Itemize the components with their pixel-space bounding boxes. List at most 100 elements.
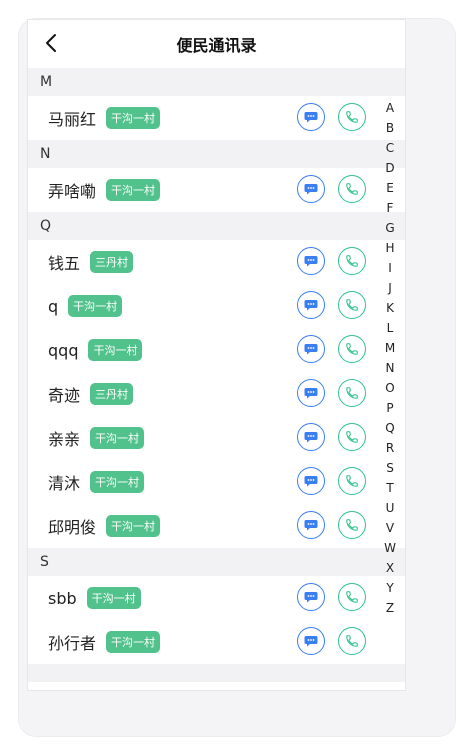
index-letter[interactable]: G <box>385 218 394 238</box>
village-tag: 干沟一村 <box>88 339 143 361</box>
village-tag: 三丹村 <box>90 383 134 405</box>
contact-name: q <box>48 296 59 316</box>
header: 便民通讯录 <box>28 20 405 68</box>
contact-row[interactable]: qqq 干沟一村 <box>28 328 405 372</box>
call-button[interactable] <box>338 175 366 203</box>
message-button[interactable] <box>297 467 325 495</box>
village-tag: 干沟一村 <box>68 295 123 317</box>
message-icon <box>304 256 318 267</box>
index-letter[interactable]: T <box>386 478 393 498</box>
index-letter[interactable]: K <box>386 298 394 318</box>
village-tag: 干沟一村 <box>106 179 161 201</box>
message-button[interactable] <box>297 379 325 407</box>
contact-row[interactable]: sbb 干沟一村 <box>28 576 405 620</box>
index-letter[interactable]: W <box>384 538 396 558</box>
call-button[interactable] <box>338 423 366 451</box>
contact-row[interactable]: 钱五 三丹村 <box>28 240 405 284</box>
index-letter[interactable]: C <box>386 138 394 158</box>
message-button[interactable] <box>297 291 325 319</box>
index-letter[interactable]: P <box>386 398 393 418</box>
index-letter[interactable]: V <box>386 518 394 538</box>
message-button[interactable] <box>297 511 325 539</box>
index-letter[interactable]: E <box>386 178 394 198</box>
index-letter[interactable]: Z <box>386 598 394 618</box>
section-header: S <box>28 548 405 576</box>
contact-name: 邱明俊 <box>48 518 97 537</box>
message-button[interactable] <box>297 103 325 131</box>
contact-row[interactable]: 清沐 干沟一村 <box>28 460 405 504</box>
index-letter[interactable]: X <box>386 558 394 578</box>
contact-name: 奇迹 <box>48 386 81 405</box>
message-icon <box>304 636 318 647</box>
message-button[interactable] <box>297 335 325 363</box>
contact-name: 清沐 <box>48 474 81 493</box>
contact-name: 钱五 <box>48 254 81 273</box>
call-button[interactable] <box>338 511 366 539</box>
contact-name: sbb <box>48 588 77 608</box>
phone-icon <box>346 111 358 123</box>
phone-icon <box>346 591 358 603</box>
index-letter[interactable]: I <box>388 258 392 278</box>
village-tag: 干沟一村 <box>90 471 145 493</box>
call-button[interactable] <box>338 379 366 407</box>
back-button[interactable] <box>40 32 62 54</box>
contact-row[interactable]: q 干沟一村 <box>28 284 405 328</box>
call-button[interactable] <box>338 583 366 611</box>
message-button[interactable] <box>297 247 325 275</box>
phone-icon <box>346 387 358 399</box>
call-button[interactable] <box>338 247 366 275</box>
contact-row[interactable]: 邱明俊 干沟一村 <box>28 504 405 548</box>
call-button[interactable] <box>338 291 366 319</box>
section-header: M <box>28 68 405 96</box>
contact-row[interactable]: 孙行者 干沟一村 <box>28 620 405 664</box>
message-icon <box>304 476 318 487</box>
village-tag: 干沟一村 <box>106 107 161 129</box>
contact-row[interactable]: 弄啥嘞 干沟一村 <box>28 168 405 212</box>
phone-icon <box>346 431 358 443</box>
phone-icon <box>346 635 358 647</box>
call-button[interactable] <box>338 627 366 655</box>
phone-icon <box>346 343 358 355</box>
message-icon <box>304 184 318 195</box>
index-letter[interactable]: U <box>386 498 395 518</box>
index-letter[interactable]: J <box>388 278 392 298</box>
list-footer <box>28 664 405 682</box>
village-tag: 干沟一村 <box>90 427 145 449</box>
index-letter[interactable]: F <box>387 198 394 218</box>
message-button[interactable] <box>297 583 325 611</box>
message-icon <box>304 300 318 311</box>
call-button[interactable] <box>338 467 366 495</box>
contact-row[interactable]: 马丽红 干沟一村 <box>28 96 405 140</box>
contact-name: qqq <box>48 340 79 360</box>
call-button[interactable] <box>338 335 366 363</box>
section-header: Q <box>28 212 405 240</box>
index-letter[interactable]: Y <box>386 578 393 598</box>
phone-icon <box>346 183 358 195</box>
message-icon <box>304 432 318 443</box>
alphabet-index[interactable]: ABCDEFGHIJKLMNOPQRSTUVWXYZ <box>381 98 399 618</box>
index-letter[interactable]: O <box>385 378 394 398</box>
index-letter[interactable]: Q <box>385 418 394 438</box>
index-letter[interactable]: N <box>386 358 395 378</box>
contact-row[interactable]: 亲亲 干沟一村 <box>28 416 405 460</box>
message-button[interactable] <box>297 423 325 451</box>
section-header: N <box>28 140 405 168</box>
index-letter[interactable]: R <box>386 438 394 458</box>
index-letter[interactable]: L <box>387 318 394 338</box>
message-button[interactable] <box>297 175 325 203</box>
phone-icon <box>346 255 358 267</box>
index-letter[interactable]: D <box>385 158 394 178</box>
message-icon <box>304 520 318 531</box>
index-letter[interactable]: B <box>386 118 394 138</box>
call-button[interactable] <box>338 103 366 131</box>
message-button[interactable] <box>297 627 325 655</box>
index-letter[interactable]: S <box>386 458 394 478</box>
message-icon <box>304 388 318 399</box>
index-letter[interactable]: A <box>386 98 394 118</box>
index-letter[interactable]: H <box>385 238 394 258</box>
index-letter[interactable]: M <box>385 338 395 358</box>
contact-row[interactable]: 奇迹 三丹村 <box>28 372 405 416</box>
contact-name: 亲亲 <box>48 430 81 449</box>
village-tag: 干沟一村 <box>106 631 161 653</box>
village-tag: 干沟一村 <box>86 587 141 609</box>
